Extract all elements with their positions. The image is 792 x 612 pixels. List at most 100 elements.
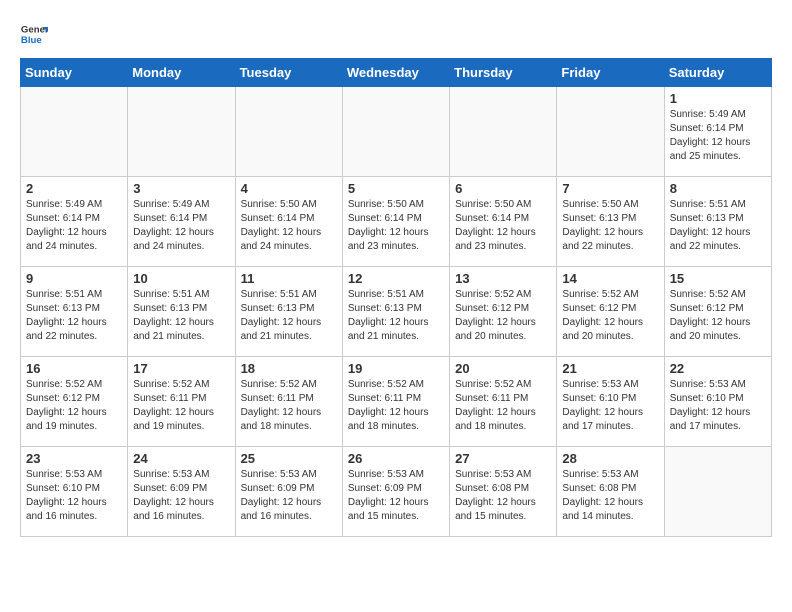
calendar-cell: 17 Sunrise: 5:52 AM Sunset: 6:11 PM Dayli… [128, 357, 235, 447]
weekday-header-wednesday: Wednesday [342, 59, 449, 87]
day-info: Sunrise: 5:51 AM Sunset: 6:13 PM Dayligh… [26, 288, 122, 344]
day-number: 9 [26, 271, 122, 286]
calendar-week-3: 9 Sunrise: 5:51 AM Sunset: 6:13 PM Daylig… [21, 267, 772, 357]
calendar-week-1: 1 Sunrise: 5:49 AM Sunset: 6:14 PM Daylig… [21, 87, 772, 177]
day-number: 14 [562, 271, 658, 286]
day-number: 25 [241, 451, 337, 466]
calendar-cell: 26 Sunrise: 5:53 AM Sunset: 6:09 PM Dayli… [342, 447, 449, 537]
calendar-cell: 19 Sunrise: 5:52 AM Sunset: 6:11 PM Dayli… [342, 357, 449, 447]
day-number: 3 [133, 181, 229, 196]
weekday-header-monday: Monday [128, 59, 235, 87]
day-number: 24 [133, 451, 229, 466]
day-number: 18 [241, 361, 337, 376]
weekday-header-tuesday: Tuesday [235, 59, 342, 87]
day-number: 26 [348, 451, 444, 466]
calendar-cell: 24 Sunrise: 5:53 AM Sunset: 6:09 PM Dayli… [128, 447, 235, 537]
calendar-week-4: 16Sunrise: 5:52 AM Sunset: 6:12 PM Dayli… [21, 357, 772, 447]
day-number: 13 [455, 271, 551, 286]
svg-text:Blue: Blue [21, 35, 42, 46]
day-number: 15 [670, 271, 766, 286]
day-number: 19 [348, 361, 444, 376]
weekday-header-saturday: Saturday [664, 59, 771, 87]
calendar-cell: 20 Sunrise: 5:52 AM Sunset: 6:11 PM Dayli… [450, 357, 557, 447]
day-number: 22 [670, 361, 766, 376]
weekday-header-sunday: Sunday [21, 59, 128, 87]
calendar-cell: 9 Sunrise: 5:51 AM Sunset: 6:13 PM Daylig… [21, 267, 128, 357]
calendar-cell: 21Sunrise: 5:53 AM Sunset: 6:10 PM Dayli… [557, 357, 664, 447]
day-number: 12 [348, 271, 444, 286]
day-number: 6 [455, 181, 551, 196]
day-info: Sunrise: 5:51 AM Sunset: 6:13 PM Dayligh… [133, 288, 229, 344]
day-number: 23 [26, 451, 122, 466]
day-info: Sunrise: 5:50 AM Sunset: 6:14 PM Dayligh… [455, 198, 551, 254]
day-number: 2 [26, 181, 122, 196]
day-number: 28 [562, 451, 658, 466]
calendar-cell: 13 Sunrise: 5:52 AM Sunset: 6:12 PM Dayli… [450, 267, 557, 357]
day-info: Sunrise: 5:52 AM Sunset: 6:11 PM Dayligh… [348, 378, 444, 434]
calendar-cell: 12 Sunrise: 5:51 AM Sunset: 6:13 PM Dayli… [342, 267, 449, 357]
calendar-cell: 25Sunrise: 5:53 AM Sunset: 6:09 PM Dayli… [235, 447, 342, 537]
day-info: Sunrise: 5:53 AM Sunset: 6:10 PM Dayligh… [26, 468, 122, 524]
day-number: 20 [455, 361, 551, 376]
calendar-cell: 23 Sunrise: 5:53 AM Sunset: 6:10 PM Dayli… [21, 447, 128, 537]
day-info: Sunrise: 5:52 AM Sunset: 6:12 PM Dayligh… [26, 378, 122, 434]
calendar-cell: 11 Sunrise: 5:51 AM Sunset: 6:13 PM Dayli… [235, 267, 342, 357]
calendar-cell: 7 Sunrise: 5:50 AM Sunset: 6:13 PM Daylig… [557, 177, 664, 267]
calendar-week-5: 23 Sunrise: 5:53 AM Sunset: 6:10 PM Dayli… [21, 447, 772, 537]
day-number: 10 [133, 271, 229, 286]
logo-icon: General Blue [20, 20, 48, 48]
svg-text:General: General [21, 24, 48, 35]
weekday-header-row: SundayMondayTuesdayWednesdayThursdayFrid… [21, 59, 772, 87]
day-info: Sunrise: 5:52 AM Sunset: 6:11 PM Dayligh… [455, 378, 551, 434]
weekday-header-friday: Friday [557, 59, 664, 87]
day-info: Sunrise: 5:52 AM Sunset: 6:12 PM Dayligh… [562, 288, 658, 344]
day-info: Sunrise: 5:53 AM Sunset: 6:08 PM Dayligh… [562, 468, 658, 524]
day-info: Sunrise: 5:52 AM Sunset: 6:12 PM Dayligh… [670, 288, 766, 344]
calendar-cell: 8 Sunrise: 5:51 AM Sunset: 6:13 PM Daylig… [664, 177, 771, 267]
calendar-cell [342, 87, 449, 177]
day-info: Sunrise: 5:52 AM Sunset: 6:11 PM Dayligh… [133, 378, 229, 434]
day-info: Sunrise: 5:53 AM Sunset: 6:10 PM Dayligh… [670, 378, 766, 434]
calendar-cell [235, 87, 342, 177]
calendar-cell: 4 Sunrise: 5:50 AM Sunset: 6:14 PM Daylig… [235, 177, 342, 267]
day-info: Sunrise: 5:51 AM Sunset: 6:13 PM Dayligh… [241, 288, 337, 344]
day-info: Sunrise: 5:50 AM Sunset: 6:14 PM Dayligh… [348, 198, 444, 254]
calendar-cell: 1 Sunrise: 5:49 AM Sunset: 6:14 PM Daylig… [664, 87, 771, 177]
calendar-cell: 3Sunrise: 5:49 AM Sunset: 6:14 PM Daylig… [128, 177, 235, 267]
day-info: Sunrise: 5:53 AM Sunset: 6:09 PM Dayligh… [133, 468, 229, 524]
day-number: 8 [670, 181, 766, 196]
day-info: Sunrise: 5:51 AM Sunset: 6:13 PM Dayligh… [348, 288, 444, 344]
day-info: Sunrise: 5:51 AM Sunset: 6:13 PM Dayligh… [670, 198, 766, 254]
calendar-cell: 10 Sunrise: 5:51 AM Sunset: 6:13 PM Dayli… [128, 267, 235, 357]
day-info: Sunrise: 5:53 AM Sunset: 6:08 PM Dayligh… [455, 468, 551, 524]
logo: General Blue [20, 20, 48, 48]
calendar-cell: 28 Sunrise: 5:53 AM Sunset: 6:08 PM Dayli… [557, 447, 664, 537]
day-info: Sunrise: 5:52 AM Sunset: 6:12 PM Dayligh… [455, 288, 551, 344]
page-header: General Blue [20, 20, 772, 48]
calendar-cell [450, 87, 557, 177]
day-number: 11 [241, 271, 337, 286]
day-number: 5 [348, 181, 444, 196]
day-info: Sunrise: 5:50 AM Sunset: 6:14 PM Dayligh… [241, 198, 337, 254]
calendar-cell [557, 87, 664, 177]
calendar-cell: 15 Sunrise: 5:52 AM Sunset: 6:12 PM Dayli… [664, 267, 771, 357]
day-number: 4 [241, 181, 337, 196]
calendar-cell: 14 Sunrise: 5:52 AM Sunset: 6:12 PM Dayli… [557, 267, 664, 357]
day-number: 27 [455, 451, 551, 466]
weekday-header-thursday: Thursday [450, 59, 557, 87]
calendar-table: SundayMondayTuesdayWednesdayThursdayFrid… [20, 58, 772, 537]
calendar-cell: 2Sunrise: 5:49 AM Sunset: 6:14 PM Daylig… [21, 177, 128, 267]
calendar-cell [128, 87, 235, 177]
calendar-cell: 5 Sunrise: 5:50 AM Sunset: 6:14 PM Daylig… [342, 177, 449, 267]
calendar-cell: 22 Sunrise: 5:53 AM Sunset: 6:10 PM Dayli… [664, 357, 771, 447]
day-info: Sunrise: 5:50 AM Sunset: 6:13 PM Dayligh… [562, 198, 658, 254]
day-number: 7 [562, 181, 658, 196]
day-number: 1 [670, 91, 766, 106]
calendar-cell: 6 Sunrise: 5:50 AM Sunset: 6:14 PM Daylig… [450, 177, 557, 267]
day-number: 17 [133, 361, 229, 376]
day-info: Sunrise: 5:53 AM Sunset: 6:09 PM Dayligh… [348, 468, 444, 524]
calendar-cell [664, 447, 771, 537]
day-info: Sunrise: 5:53 AM Sunset: 6:10 PM Dayligh… [562, 378, 658, 434]
day-info: Sunrise: 5:49 AM Sunset: 6:14 PM Dayligh… [670, 108, 766, 164]
day-info: Sunrise: 5:52 AM Sunset: 6:11 PM Dayligh… [241, 378, 337, 434]
